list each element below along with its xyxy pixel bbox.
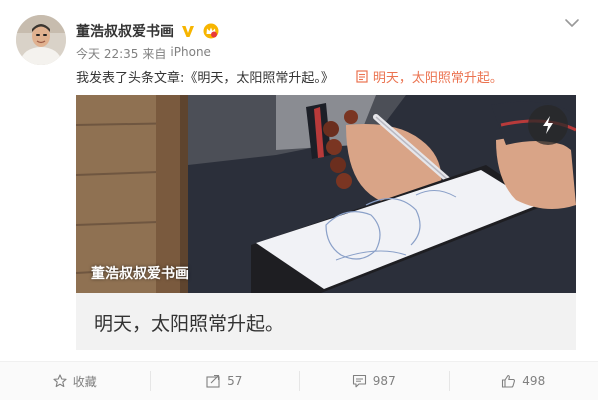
favorite-label: 收藏 xyxy=(72,374,97,389)
article-link-label: 明天，太阳照常升起。 xyxy=(372,71,503,86)
source-prefix: 来自 xyxy=(142,47,167,61)
like-button[interactable]: 498 xyxy=(448,362,598,400)
article-link[interactable]: 明天，太阳照常升起。 xyxy=(356,67,503,86)
post-time[interactable]: 今天 22:35 xyxy=(76,45,138,62)
star-icon xyxy=(53,374,67,388)
repost-button[interactable]: 57 xyxy=(149,362,300,400)
article-title: 明天，太阳照常升起。 xyxy=(94,313,285,335)
comment-button[interactable]: 987 xyxy=(299,362,449,400)
crown-icon[interactable] xyxy=(202,23,220,39)
author-avatar[interactable] xyxy=(16,15,66,65)
post-meta: 今天 22:35 来自 iPhone xyxy=(76,45,211,62)
favorite-button[interactable]: 收藏 xyxy=(0,362,150,400)
comment-count: 987 xyxy=(372,374,396,388)
share-icon xyxy=(206,374,220,388)
comment-icon xyxy=(352,374,366,388)
article-title-card[interactable]: 明天，太阳照常升起。 xyxy=(76,293,576,350)
like-icon xyxy=(502,374,516,388)
chevron-down-icon[interactable] xyxy=(564,15,580,31)
article-icon xyxy=(356,70,368,83)
post-text: 我发表了头条文章:《明天，太阳照常升起。》 xyxy=(76,71,334,86)
headline-article-button[interactable] xyxy=(528,105,568,145)
post-text-row: 我发表了头条文章:《明天，太阳照常升起。》 明天，太阳照常升起。 xyxy=(76,67,503,86)
like-count: 498 xyxy=(522,374,546,388)
image-watermark: 董浩叔叔爱书画 xyxy=(91,266,189,282)
lightning-icon xyxy=(543,116,553,134)
repost-count: 57 xyxy=(227,374,243,388)
v-badge-icon[interactable] xyxy=(180,23,196,39)
avatar-image xyxy=(16,15,66,65)
post-source[interactable]: iPhone xyxy=(170,45,211,62)
author-name[interactable]: 董浩叔叔爱书画 xyxy=(76,21,174,41)
action-bar: 收藏 57 987 498 xyxy=(0,362,598,400)
author-row: 董浩叔叔爱书画 xyxy=(76,20,220,42)
weibo-post-card: 董浩叔叔爱书画 今天 22:35 来自 iPhone 我发表了头条文章:《明天，… xyxy=(0,0,598,400)
article-cover-image[interactable]: 董浩叔叔爱书画 xyxy=(76,95,576,293)
